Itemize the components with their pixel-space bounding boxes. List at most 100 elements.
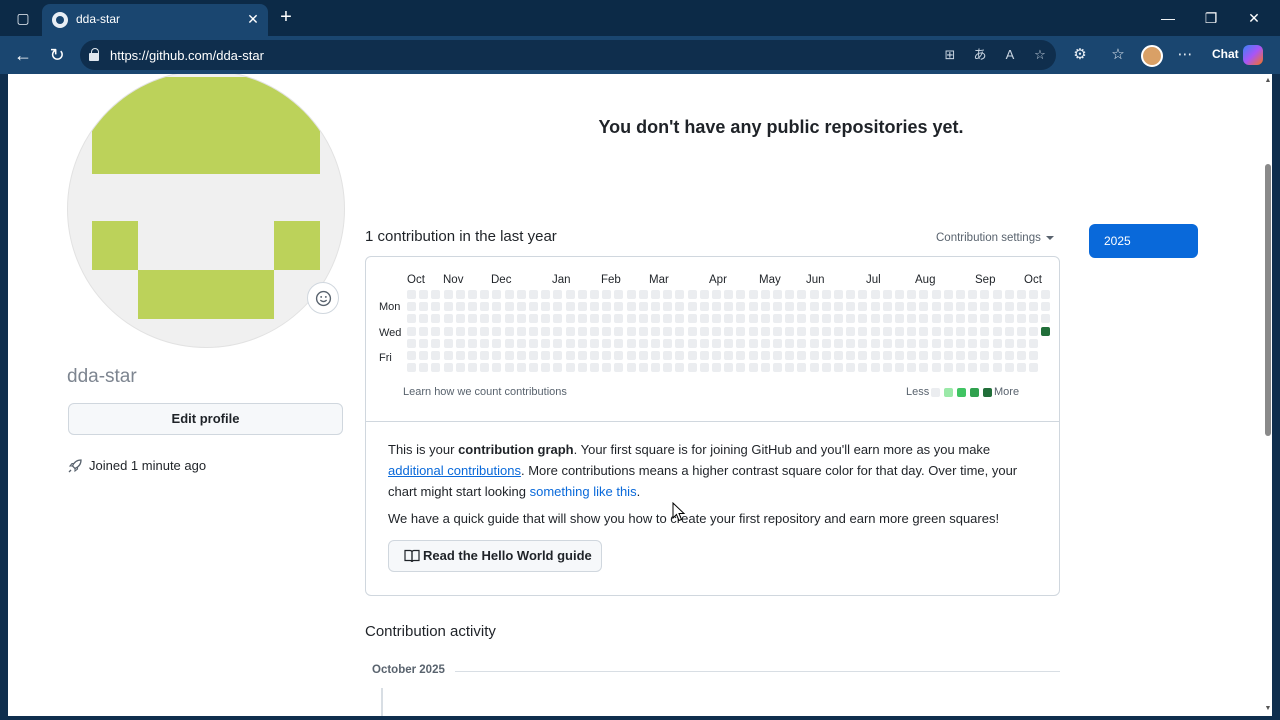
- contribution-day-cell[interactable]: [785, 302, 795, 312]
- contribution-day-cell[interactable]: [553, 338, 563, 348]
- contribution-day-cell[interactable]: [724, 338, 734, 348]
- contribution-day-cell[interactable]: [516, 338, 526, 348]
- contribution-day-cell[interactable]: [504, 351, 514, 360]
- contribution-day-cell[interactable]: [419, 338, 429, 348]
- contribution-day-cell[interactable]: [638, 351, 648, 360]
- contribution-day-cell[interactable]: [663, 314, 673, 324]
- contribution-day-cell[interactable]: [675, 314, 685, 324]
- contribution-day-cell[interactable]: [602, 351, 612, 360]
- contribution-day-cell[interactable]: [724, 314, 734, 324]
- contribution-day-cell[interactable]: [529, 351, 538, 360]
- contribution-day-cell[interactable]: [797, 351, 807, 360]
- contribution-day-cell[interactable]: [1029, 363, 1039, 373]
- back-icon[interactable]: ←: [11, 44, 35, 66]
- contribution-day-cell[interactable]: [968, 314, 978, 324]
- contribution-day-cell[interactable]: [712, 314, 721, 324]
- contribution-day-cell[interactable]: [785, 326, 795, 336]
- contribution-day-cell[interactable]: [492, 338, 502, 348]
- contribution-day-cell[interactable]: [602, 314, 612, 324]
- contribution-day-cell[interactable]: [785, 314, 795, 324]
- contribution-day-cell[interactable]: [773, 290, 782, 299]
- contribution-day-cell[interactable]: [907, 290, 917, 299]
- contribution-day-cell[interactable]: [541, 290, 551, 299]
- contribution-day-cell[interactable]: [1017, 326, 1026, 336]
- contribution-day-cell[interactable]: [492, 351, 502, 360]
- contribution-day-cell[interactable]: [968, 290, 978, 299]
- url-text[interactable]: https://github.com/dda-star: [110, 48, 264, 63]
- scroll-down-icon[interactable]: ▼: [1264, 704, 1272, 714]
- contribution-day-cell[interactable]: [1017, 290, 1026, 299]
- contribution-day-cell[interactable]: [626, 338, 636, 348]
- contribution-day-cell[interactable]: [699, 351, 709, 360]
- contribution-day-cell[interactable]: [870, 302, 880, 312]
- contribution-day-cell[interactable]: [980, 363, 990, 373]
- contribution-day-cell[interactable]: [821, 290, 831, 299]
- contribution-day-cell[interactable]: [748, 351, 758, 360]
- contribution-day-cell[interactable]: [1017, 338, 1026, 348]
- contribution-day-cell[interactable]: [1004, 363, 1014, 373]
- contribution-day-cell[interactable]: [736, 363, 746, 373]
- contribution-day-cell[interactable]: [858, 351, 868, 360]
- contribution-day-cell[interactable]: [516, 326, 526, 336]
- contribution-day-cell[interactable]: [992, 363, 1002, 373]
- contribution-day-cell[interactable]: [724, 302, 734, 312]
- contribution-day-cell[interactable]: [407, 290, 416, 299]
- contribution-day-cell[interactable]: [858, 290, 868, 299]
- contribution-day-cell[interactable]: [443, 302, 453, 312]
- contribution-day-cell[interactable]: [565, 290, 575, 299]
- contribution-day-cell[interactable]: [785, 363, 795, 373]
- contribution-day-cell[interactable]: [968, 363, 978, 373]
- contribution-day-cell[interactable]: [1029, 314, 1039, 324]
- contribution-day-cell[interactable]: [980, 326, 990, 336]
- contribution-day-cell[interactable]: [943, 351, 953, 360]
- contribution-day-cell[interactable]: [480, 351, 490, 360]
- app-available-icon[interactable]: ⊞: [940, 46, 960, 64]
- contribution-day-cell[interactable]: [956, 290, 965, 299]
- contribution-day-cell[interactable]: [992, 338, 1002, 348]
- read-aloud-icon[interactable]: A: [1000, 46, 1020, 64]
- contribution-day-cell[interactable]: [1017, 314, 1026, 324]
- contribution-day-cell[interactable]: [956, 314, 965, 324]
- contribution-day-cell[interactable]: [516, 290, 526, 299]
- contribution-day-cell[interactable]: [553, 351, 563, 360]
- contribution-day-cell[interactable]: [821, 351, 831, 360]
- contribution-day-cell[interactable]: [663, 302, 673, 312]
- contribution-day-cell[interactable]: [809, 314, 819, 324]
- contribution-day-cell[interactable]: [907, 351, 917, 360]
- contribution-day-cell[interactable]: [809, 326, 819, 336]
- contribution-day-cell[interactable]: [1017, 302, 1026, 312]
- contribution-day-cell[interactable]: [663, 290, 673, 299]
- set-status-button[interactable]: [307, 282, 339, 314]
- contribution-day-cell[interactable]: [553, 363, 563, 373]
- contribution-day-cell[interactable]: [919, 290, 929, 299]
- contribution-day-cell[interactable]: [699, 326, 709, 336]
- contribution-day-cell[interactable]: [895, 314, 904, 324]
- contribution-day-cell[interactable]: [614, 338, 624, 348]
- contribution-day-cell[interactable]: [468, 351, 477, 360]
- contribution-day-cell[interactable]: [504, 363, 514, 373]
- contribution-day-cell[interactable]: [480, 314, 490, 324]
- contribution-day-cell[interactable]: [712, 326, 721, 336]
- contribution-day-cell[interactable]: [760, 290, 770, 299]
- lock-icon[interactable]: [89, 48, 99, 61]
- contribution-day-cell[interactable]: [956, 338, 965, 348]
- contribution-day-cell[interactable]: [760, 351, 770, 360]
- contribution-day-cell[interactable]: [455, 326, 465, 336]
- contribution-day-cell[interactable]: [651, 326, 660, 336]
- contribution-day-cell[interactable]: [675, 338, 685, 348]
- contribution-day-cell[interactable]: [577, 338, 587, 348]
- avatar[interactable]: [67, 74, 345, 348]
- contribution-day-cell[interactable]: [712, 290, 721, 299]
- contribution-day-cell[interactable]: [675, 302, 685, 312]
- contribution-day-cell[interactable]: [590, 290, 599, 299]
- contribution-day-cell[interactable]: [748, 363, 758, 373]
- contribution-day-cell[interactable]: [724, 326, 734, 336]
- contribution-day-cell[interactable]: [626, 314, 636, 324]
- contribution-day-cell[interactable]: [968, 326, 978, 336]
- contribution-day-cell[interactable]: [956, 302, 965, 312]
- contribution-day-cell[interactable]: [809, 338, 819, 348]
- contribution-day-cell[interactable]: [626, 351, 636, 360]
- contribution-day-cell[interactable]: [931, 314, 941, 324]
- contribution-day-cell[interactable]: [907, 326, 917, 336]
- contribution-day-cell[interactable]: [455, 290, 465, 299]
